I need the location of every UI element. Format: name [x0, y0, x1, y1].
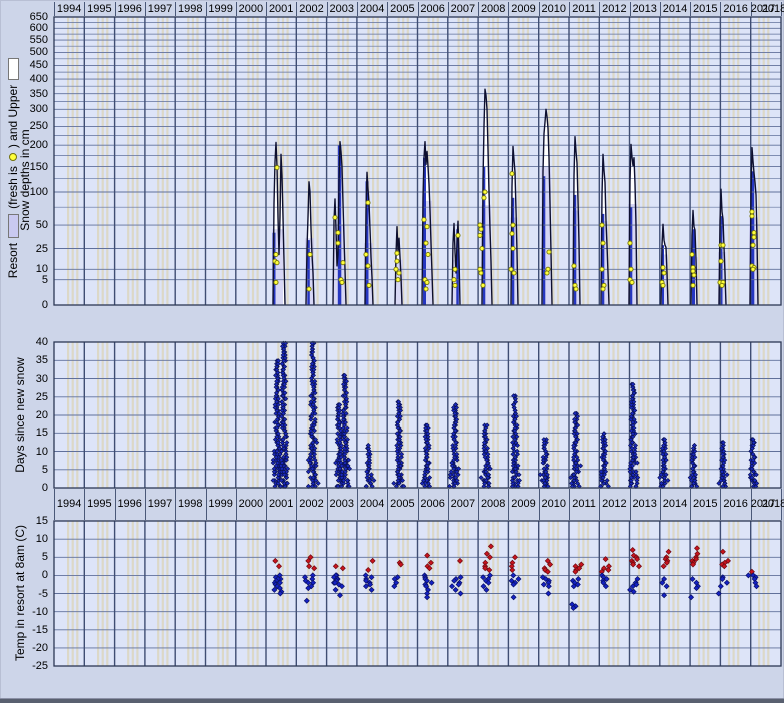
year-axis-top: 1994199519961997199819992000200120022003…	[0, 2, 784, 16]
tick-label: 650	[14, 11, 48, 23]
upper-color-swatch	[8, 58, 19, 80]
year-label: 2013	[629, 2, 661, 16]
year-label: 1998	[174, 2, 206, 16]
chart-canvas	[0, 0, 784, 703]
year-label: 2015	[689, 489, 721, 520]
temp-axis-label: Temp in resort at 8am (C)	[12, 503, 28, 683]
year-label: 2006	[417, 489, 449, 520]
year-label: 1994	[53, 2, 85, 16]
year-label: 1998	[174, 489, 206, 520]
year-label: 2008	[477, 2, 509, 16]
year-label: 2007	[447, 2, 479, 16]
year-label: 2011	[568, 2, 600, 16]
year-label: 2001	[265, 2, 297, 16]
year-label: 2004	[356, 489, 388, 520]
year-label: 2002	[296, 489, 328, 520]
year-label: 1996	[114, 489, 146, 520]
year-label: 1999	[205, 2, 237, 16]
year-label: 2005	[386, 489, 418, 520]
year-label: 2014	[659, 489, 691, 520]
year-label: 2005	[386, 2, 418, 16]
fresh-snow-dot-icon	[9, 153, 17, 161]
year-label: 2012	[598, 2, 630, 16]
year-label: 2014	[659, 2, 691, 16]
year-label: 2006	[417, 2, 449, 16]
year-axis-middle: 1994199519961997199819992000200120022003…	[0, 489, 784, 520]
year-label: 2011	[568, 489, 600, 520]
year-label: 2012	[598, 489, 630, 520]
year-label: 2009	[508, 2, 540, 16]
year-label: 1995	[83, 489, 115, 520]
snow-axis-sublabel: Snow depths in cm	[17, 100, 33, 260]
year-label: 2001	[265, 489, 297, 520]
year-label: 2008	[477, 489, 509, 520]
snow-history-chart: 1994199519961997199819992000200120022003…	[0, 0, 784, 703]
year-label: 2013	[629, 489, 661, 520]
year-label: 1994	[53, 489, 85, 520]
year-label: 2018	[758, 489, 784, 520]
year-label: 1997	[144, 489, 176, 520]
year-label: 1995	[83, 2, 115, 16]
year-label: 2003	[326, 489, 358, 520]
year-label: 1997	[144, 2, 176, 16]
year-label: 2002	[296, 2, 328, 16]
year-label: 2010	[538, 2, 570, 16]
bottom-bar	[0, 698, 784, 703]
year-label: 2015	[689, 2, 721, 16]
year-label: 2000	[235, 2, 267, 16]
year-label: 1996	[114, 2, 146, 16]
year-label: 2018	[758, 2, 784, 16]
year-label: 2004	[356, 2, 388, 16]
year-label: 2003	[326, 2, 358, 16]
days-axis-label: Days since new snow	[12, 335, 28, 495]
year-label: 2010	[538, 489, 570, 520]
year-label: 2000	[235, 489, 267, 520]
year-label: 1999	[205, 489, 237, 520]
year-label: 2007	[447, 489, 479, 520]
year-label: 2009	[508, 489, 540, 520]
